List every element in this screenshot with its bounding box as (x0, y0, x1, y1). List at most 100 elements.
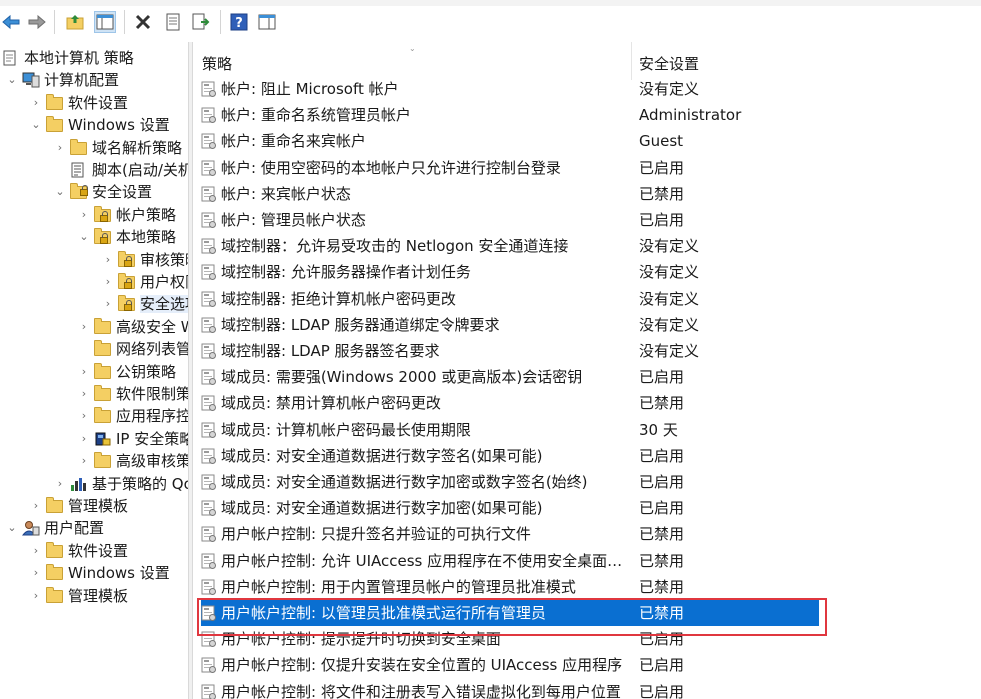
policy-row[interactable]: 域控制器：允许易受攻击的 Netlogon 安全通道连接 没有定义 (193, 233, 981, 259)
chevron-right-icon[interactable]: › (102, 253, 114, 267)
tree-item[interactable]: › Windows 设置 (0, 562, 188, 584)
chevron-down-icon[interactable]: ⌄ (6, 73, 18, 87)
tree-item[interactable]: › 软件设置 (0, 540, 188, 562)
policy-row[interactable]: 用户帐户控制: 允许 UIAccess 应用程序在不使用安全桌面的情况下提升权限… (193, 548, 981, 574)
column-header-policy[interactable]: 策略 (202, 53, 232, 74)
chevron-right-icon[interactable]: › (78, 432, 90, 446)
tree-item[interactable]: ⌄ 计算机配置 (0, 69, 188, 91)
policy-row[interactable]: 帐户: 管理员帐户状态 已启用 (193, 207, 981, 233)
policy-row[interactable]: 域成员: 需要强(Windows 2000 或更高版本)会话密钥 已启用 (193, 364, 981, 390)
chevron-down-icon[interactable]: ⌄ (78, 230, 90, 244)
action-pane-icon[interactable] (256, 11, 278, 33)
tree-item[interactable]: › 高级安全 Windows Defender 防火墙 (0, 316, 188, 338)
chevron-right-icon[interactable]: › (78, 409, 90, 423)
chevron-right-icon[interactable]: › (78, 320, 90, 334)
chevron-down-icon[interactable]: ⌄ (54, 185, 66, 199)
folder-icon (46, 116, 64, 133)
tree-item-label: Windows 设置 (68, 564, 170, 583)
chevron-right-icon[interactable]: › (54, 141, 66, 155)
policy-security-setting: 没有定义 (639, 315, 700, 334)
policy-row[interactable]: 用户帐户控制: 仅提升安装在安全位置的 UIAccess 应用程序 已启用 (193, 652, 981, 678)
delete-icon[interactable] (132, 11, 154, 33)
tree-item[interactable]: › IP 安全策略，在 本地计算机 (0, 428, 188, 450)
tree-item[interactable]: › 管理模板 (0, 585, 188, 607)
policy-name: 域成员: 禁用计算机帐户密码更改 (221, 394, 441, 413)
chevron-right-icon[interactable]: › (102, 275, 114, 289)
tree-item[interactable]: › 基于策略的 QoS (0, 473, 188, 495)
policy-row[interactable]: 用户帐户控制: 以管理员批准模式运行所有管理员 已禁用 (201, 600, 819, 626)
policy-row[interactable]: 用户帐户控制: 用于内置管理员帐户的管理员批准模式 已禁用 (193, 574, 981, 600)
policy-security-setting: 已禁用 (639, 394, 685, 413)
chevron-down-icon[interactable]: ⌄ (6, 521, 18, 535)
tree-item[interactable]: › 管理模板 (0, 495, 188, 517)
tree-item[interactable]: › 域名解析策略 (0, 137, 188, 159)
chevron-right-icon[interactable]: › (78, 365, 90, 379)
policy-name: 帐户: 管理员帐户状态 (221, 211, 366, 229)
policy-row[interactable]: 域控制器: 允许服务器操作者计划任务 没有定义 (193, 259, 981, 285)
forward-icon[interactable] (26, 11, 48, 33)
tree-item[interactable]: ⌄ Windows 设置 (0, 114, 188, 136)
show-hide-tree-icon[interactable] (94, 11, 116, 33)
policy-row[interactable]: 用户帐户控制: 提示提升时切换到安全桌面 已启用 (193, 626, 981, 652)
policy-row[interactable]: 域控制器: 拒绝计算机帐户密码更改 没有定义 (193, 286, 981, 312)
tree-item[interactable]: › 高级审核策略配置 (0, 450, 188, 472)
policy-name: 域控制器：允许易受攻击的 Netlogon 安全通道连接 (221, 237, 569, 256)
properties-icon[interactable] (162, 11, 184, 33)
chevron-right-icon[interactable]: › (30, 96, 42, 110)
tree-item[interactable]: ⌄ 用户配置 (0, 517, 188, 539)
policy-row[interactable]: 帐户: 阻止 Microsoft 帐户 没有定义 (193, 76, 981, 102)
policy-row[interactable]: 域成员: 禁用计算机帐户密码更改 已禁用 (193, 390, 981, 416)
export-list-icon[interactable] (190, 11, 212, 33)
policy-name: 域成员: 计算机帐户密码最长使用期限 (221, 420, 471, 439)
policy-row[interactable]: 帐户: 使用空密码的本地帐户只允许进行控制台登录 已启用 (193, 155, 981, 181)
tree-item[interactable]: › 用户权限分配 (0, 271, 188, 293)
policy-row[interactable]: 域成员: 计算机帐户密码最长使用期限 30 天 (193, 417, 981, 443)
chevron-right-icon[interactable]: › (30, 589, 42, 603)
policy-row[interactable]: 域成员: 对安全通道数据进行数字加密或数字签名(始终) 已启用 (193, 469, 981, 495)
policy-name: 用户帐户控制: 将文件和注册表写入错误虚拟化到每用户位置 (221, 682, 621, 699)
policy-row[interactable]: 帐户: 重命名系统管理员帐户 Administrator (193, 102, 981, 128)
tree-item[interactable]: 网络列表管理器策略 (0, 338, 188, 360)
chevron-right-icon[interactable]: › (78, 387, 90, 401)
policy-row[interactable]: 域控制器: LDAP 服务器通道绑定令牌要求 没有定义 (193, 312, 981, 338)
tree-item[interactable]: › 审核策略 (0, 249, 188, 271)
tree-item[interactable]: › 软件限制策略 (0, 383, 188, 405)
policy-setting-icon (201, 317, 217, 334)
policy-row[interactable]: 用户帐户控制: 只提升签名并验证的可执行文件 已禁用 (193, 521, 981, 547)
back-icon[interactable] (0, 11, 22, 33)
help-icon[interactable]: ? (228, 11, 250, 33)
policy-name: 域控制器: 拒绝计算机帐户密码更改 (221, 289, 456, 308)
tree-item[interactable]: › 帐户策略 (0, 204, 188, 226)
chevron-right-icon[interactable]: › (78, 208, 90, 222)
policy-row[interactable]: 帐户: 重命名来宾帐户 Guest (193, 128, 981, 154)
policy-security-setting: 没有定义 (639, 342, 700, 360)
chevron-right-icon[interactable]: › (30, 499, 42, 513)
tree-item[interactable]: 本地计算机 策略 (0, 47, 188, 69)
tree-item[interactable]: 脚本(启动/关机) (0, 159, 188, 181)
policy-row[interactable]: 域控制器: LDAP 服务器签名要求 没有定义 (193, 338, 981, 364)
chevron-right-icon[interactable]: › (54, 477, 66, 491)
tree-item[interactable]: ⌄ 安全设置 (0, 181, 188, 203)
tree-item[interactable]: › 公钥策略 (0, 361, 188, 383)
policy-name: 域成员: 对安全通道数据进行数字加密(如果可能) (221, 499, 543, 518)
policy-row[interactable]: 域成员: 对安全通道数据进行数字签名(如果可能) 已启用 (193, 443, 981, 469)
up-folder-icon[interactable] (64, 11, 86, 33)
policy-row[interactable]: 域成员: 对安全通道数据进行数字加密(如果可能) 已启用 (193, 495, 981, 521)
policy-row[interactable]: 用户帐户控制: 将文件和注册表写入错误虚拟化到每用户位置 已启用 (193, 679, 981, 699)
tree-item[interactable]: › 软件设置 (0, 92, 188, 114)
chevron-right-icon[interactable]: › (30, 544, 42, 558)
policy-name: 域成员: 需要强(Windows 2000 或更高版本)会话密钥 (221, 368, 583, 387)
policy-row[interactable]: 帐户: 来宾帐户状态 已禁用 (193, 181, 981, 207)
column-header-security-setting[interactable]: 安全设置 (639, 53, 699, 74)
chevron-down-icon[interactable]: ⌄ (30, 118, 42, 132)
console-tree[interactable]: 本地计算机 策略 ⌄ 计算机配置 › 软件设置 ⌄ Windows 设置 › 域名解析策略 脚本(… (0, 42, 188, 699)
chevron-right-icon[interactable]: › (102, 297, 114, 311)
tree-item[interactable]: › 应用程序控制策略 (0, 405, 188, 427)
policy-setting-icon (201, 186, 217, 203)
chevron-right-icon[interactable]: › (78, 454, 90, 468)
policy-security-setting: 已禁用 (639, 604, 685, 622)
tree-item[interactable]: ⌄ 本地策略 (0, 226, 188, 248)
chevron-right-icon[interactable]: › (30, 566, 42, 580)
tree-item[interactable]: › 安全选项 (0, 293, 188, 315)
policy-list[interactable]: ⌄ 策略 安全设置 帐户: 阻止 Microsoft 帐户 没有定义 帐户: 重命名… (193, 42, 981, 699)
